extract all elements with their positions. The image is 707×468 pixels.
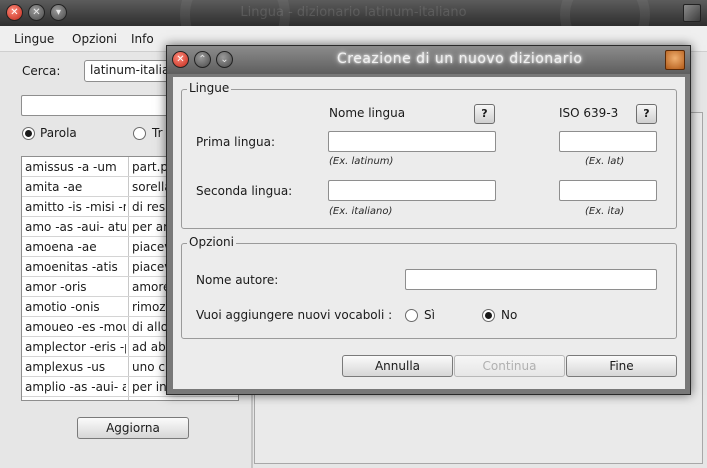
word-cell: amplexus -us [25, 360, 106, 374]
first-language-iso-input[interactable] [559, 131, 657, 152]
add-words-no-label: No [501, 308, 518, 322]
options-group-title: Opzioni [187, 235, 236, 249]
finish-button[interactable]: Fine [566, 355, 677, 377]
search-label: Cerca: [22, 64, 61, 78]
mode-label-traduzione: Tr [152, 126, 163, 140]
word-cell: amplector -eris -p [25, 340, 126, 354]
second-language-iso-input[interactable] [559, 180, 657, 201]
languages-group: Lingue Nome lingua ? ISO 639-3 ? Prima l… [181, 81, 677, 229]
dialog-close-icon[interactable]: ✕ [172, 51, 189, 68]
dialog-minimize-icon[interactable]: ⌄ [216, 51, 233, 68]
author-name-label: Nome autore: [196, 273, 279, 287]
second-language-label: Seconda lingua: [196, 184, 293, 198]
dialog-app-icon [665, 50, 685, 70]
word-cell: amor -oris [25, 280, 87, 294]
name-help-button[interactable]: ? [474, 104, 495, 124]
main-window-title: Lingua - dizionario latinum-italiano [240, 5, 467, 20]
word-cell: amitto -is -misi -n [25, 200, 126, 214]
add-words-no-radio[interactable] [482, 309, 495, 322]
new-dictionary-dialog: ✕ ⌃ ⌄ Creazione di un nuovo dizionario L… [166, 45, 691, 395]
add-words-yes-label: Sì [424, 308, 435, 322]
add-words-label: Vuoi aggiungere nuovi vocaboli : [196, 308, 392, 322]
second-language-name-input[interactable] [328, 180, 496, 201]
app-icon [683, 4, 701, 22]
first-language-name-input[interactable] [328, 131, 496, 152]
word-cell: amoenitas -atis [25, 260, 118, 274]
menu-lingue[interactable]: Lingue [14, 32, 54, 46]
author-name-input[interactable] [405, 269, 657, 290]
second-name-hint: (Ex. italiano) [329, 206, 393, 217]
word-cell: amissus -a -um [25, 160, 117, 174]
word-cell: amoueo -es -mou [25, 320, 126, 334]
mode-label-parola: Parola [40, 126, 77, 140]
continue-button[interactable]: Continua [454, 355, 565, 377]
main-titlebar[interactable]: ✕ ✕ ▾ Lingua - dizionario latinum-italia… [0, 0, 707, 26]
cancel-button[interactable]: Annulla [342, 355, 453, 377]
word-cell: amita -ae [25, 180, 83, 194]
iso-help-button[interactable]: ? [636, 104, 657, 124]
word-cell: amplio -as -aui- a [25, 380, 126, 394]
word-cell: amo -as -aui- atu [25, 220, 126, 234]
dialog-title: Creazione di un nuovo dizionario [337, 51, 583, 67]
menu-info[interactable]: Info [131, 32, 154, 46]
first-name-hint: (Ex. latinum) [329, 156, 394, 167]
languages-group-title: Lingue [187, 81, 232, 95]
dialog-body: Lingue Nome lingua ? ISO 639-3 ? Prima l… [173, 77, 685, 389]
menu-opzioni[interactable]: Opzioni [72, 32, 117, 46]
add-words-yes-radio[interactable] [405, 309, 418, 322]
first-language-label: Prima lingua: [196, 135, 276, 149]
word-cell: amoena -ae [25, 240, 97, 254]
first-iso-hint: (Ex. lat) [585, 156, 625, 167]
options-group: Opzioni Nome autore: Vuoi aggiungere nuo… [181, 235, 677, 339]
refresh-button[interactable]: Aggiorna [77, 417, 189, 439]
word-cell: amotio -onis [25, 300, 100, 314]
language-name-header: Nome lingua [329, 106, 406, 120]
dialog-titlebar[interactable]: ✕ ⌃ ⌄ Creazione di un nuovo dizionario [167, 46, 690, 74]
second-iso-hint: (Ex. ita) [585, 206, 625, 217]
mode-radio-traduzione[interactable] [133, 127, 146, 140]
mode-radio-parola[interactable] [22, 127, 35, 140]
iso-header: ISO 639-3 [559, 106, 619, 120]
dialog-shade-icon[interactable]: ⌃ [194, 51, 211, 68]
